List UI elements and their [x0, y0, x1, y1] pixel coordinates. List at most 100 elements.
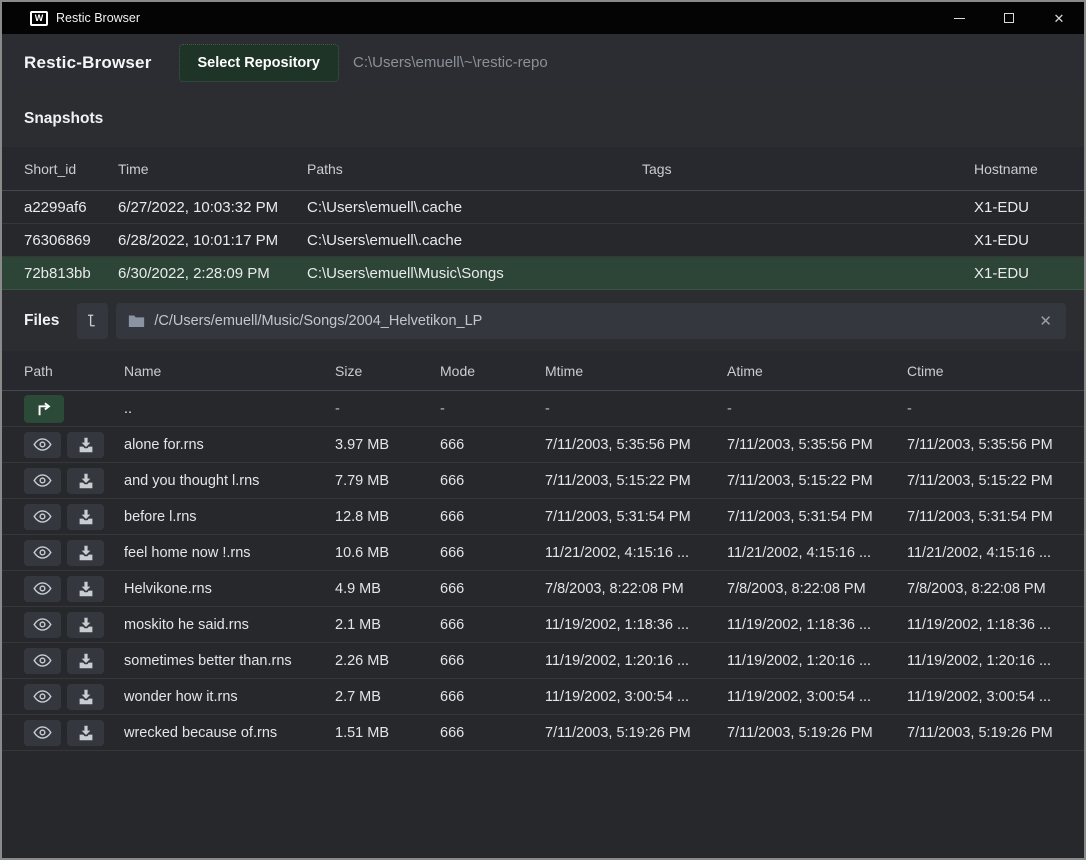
- snapshot-paths: C:\Users\emuell\.cache: [307, 199, 642, 216]
- close-button[interactable]: ✕: [1034, 2, 1084, 34]
- download-icon: [78, 725, 94, 741]
- file-actions: [24, 648, 124, 674]
- preview-file-button[interactable]: [24, 720, 61, 746]
- snapshot-row[interactable]: 763068696/28/2022, 10:01:17 PMC:\Users\e…: [2, 224, 1084, 257]
- file-actions: [24, 684, 124, 710]
- titlebar: W Restic Browser ✕: [2, 2, 1084, 34]
- preview-file-button[interactable]: [24, 468, 61, 494]
- file-actions: [24, 612, 124, 638]
- file-mode: 666: [440, 545, 545, 561]
- download-file-button[interactable]: [67, 648, 104, 674]
- snapshot-row[interactable]: 72b813bb6/30/2022, 2:28:09 PMC:\Users\em…: [2, 257, 1084, 290]
- clear-path-icon[interactable]: ✕: [1037, 312, 1054, 330]
- eye-icon: [33, 581, 52, 596]
- preview-file-button[interactable]: [24, 576, 61, 602]
- file-size: 3.97 MB: [335, 437, 440, 453]
- file-row: feel home now !.rns10.6 MB666 11/21/2002,…: [2, 535, 1084, 571]
- files-column-mtime: Mtime: [545, 363, 727, 379]
- snapshots-column-hostname: Hostname: [974, 161, 1066, 177]
- file-path-value: /C/Users/emuell/Music/Songs/2004_Helveti…: [154, 313, 1037, 329]
- snapshots-column-short_id: Short_id: [24, 161, 118, 177]
- files-column-size: Size: [335, 363, 440, 379]
- eye-icon: [33, 473, 52, 488]
- go-up-button[interactable]: [24, 395, 64, 423]
- file-row: sometimes better than.rns2.26 MB66611/19…: [2, 643, 1084, 679]
- preview-file-button[interactable]: [24, 648, 61, 674]
- file-atime: -: [727, 401, 907, 417]
- download-icon: [78, 653, 94, 669]
- file-name: wrecked because of.rns: [124, 725, 335, 741]
- file-mtime: 7/11/2003, 5:15:22 PM: [545, 473, 727, 489]
- file-mode: 666: [440, 689, 545, 705]
- download-file-button[interactable]: [67, 720, 104, 746]
- file-row: before l.rns12.8 MB6667/11/2003, 5:31:54…: [2, 499, 1084, 535]
- file-atime: 11/19/2002, 1:18:36 ...: [727, 617, 907, 633]
- file-mtime: 7/11/2003, 5:19:26 PM: [545, 725, 727, 741]
- file-size: 7.79 MB: [335, 473, 440, 489]
- snapshot-short-id: 76306869: [24, 232, 118, 249]
- files-column-ctime: Ctime: [907, 363, 1072, 379]
- files-title: Files: [24, 312, 59, 330]
- preview-file-button[interactable]: [24, 684, 61, 710]
- snapshot-short-id: 72b813bb: [24, 265, 118, 282]
- preview-file-button[interactable]: [24, 540, 61, 566]
- file-atime: 7/11/2003, 5:31:54 PM: [727, 509, 907, 525]
- repository-path-text: C:\Users\emuell\~\restic-repo: [353, 54, 548, 71]
- file-ctime: 7/11/2003, 5:35:56 PM: [907, 437, 1072, 453]
- file-size: 10.6 MB: [335, 545, 440, 561]
- download-file-button[interactable]: [67, 432, 104, 458]
- file-path-input[interactable]: /C/Users/emuell/Music/Songs/2004_Helveti…: [116, 303, 1066, 339]
- file-mode: 666: [440, 473, 545, 489]
- files-column-atime: Atime: [727, 363, 907, 379]
- maximize-button[interactable]: [984, 2, 1034, 34]
- file-ctime: -: [907, 401, 1072, 417]
- select-repository-button[interactable]: Select Repository: [179, 44, 340, 82]
- file-atime: 7/11/2003, 5:19:26 PM: [727, 725, 907, 741]
- tree-view-toggle-button[interactable]: [77, 303, 108, 339]
- download-file-button[interactable]: [67, 468, 104, 494]
- file-row: moskito he said.rns2.1 MB66611/19/2002, …: [2, 607, 1084, 643]
- snapshots-section-header: Snapshots: [2, 91, 1084, 147]
- snapshot-row[interactable]: a2299af66/27/2022, 10:03:32 PMC:\Users\e…: [2, 191, 1084, 224]
- app-logo-icon: W: [30, 11, 48, 26]
- snapshots-table-body: a2299af66/27/2022, 10:03:32 PMC:\Users\e…: [2, 191, 1084, 290]
- download-file-button[interactable]: [67, 504, 104, 530]
- preview-file-button[interactable]: [24, 504, 61, 530]
- minimize-button[interactable]: [934, 2, 984, 34]
- download-icon: [78, 689, 94, 705]
- eye-icon: [33, 617, 52, 632]
- file-mtime: 7/8/2003, 8:22:08 PM: [545, 581, 727, 597]
- file-size: 12.8 MB: [335, 509, 440, 525]
- files-column-name: Name: [124, 363, 335, 379]
- file-name: wonder how it.rns: [124, 689, 335, 705]
- files-table-body: ..-----alone for.rns3.97 MB6667/11/2003,…: [2, 391, 1084, 751]
- snapshots-column-paths: Paths: [307, 161, 642, 177]
- file-atime: 11/19/2002, 1:20:16 ...: [727, 653, 907, 669]
- preview-file-button[interactable]: [24, 612, 61, 638]
- file-mode: 666: [440, 581, 545, 597]
- file-size: 4.9 MB: [335, 581, 440, 597]
- download-file-button[interactable]: [67, 576, 104, 602]
- file-name: ..: [124, 401, 335, 417]
- file-name: sometimes better than.rns: [124, 653, 335, 669]
- files-column-mode: Mode: [440, 363, 545, 379]
- file-actions: [24, 504, 124, 530]
- file-atime: 11/21/2002, 4:15:16 ...: [727, 545, 907, 561]
- minimize-icon: [954, 18, 965, 19]
- file-mode: 666: [440, 653, 545, 669]
- snapshot-hostname: X1-EDU: [974, 232, 1066, 249]
- file-size: 2.1 MB: [335, 617, 440, 633]
- preview-file-button[interactable]: [24, 432, 61, 458]
- file-name: Helvikone.rns: [124, 581, 335, 597]
- download-file-button[interactable]: [67, 540, 104, 566]
- download-file-button[interactable]: [67, 684, 104, 710]
- snapshot-short-id: a2299af6: [24, 199, 118, 216]
- download-file-button[interactable]: [67, 612, 104, 638]
- file-row: alone for.rns3.97 MB6667/11/2003, 5:35:5…: [2, 427, 1084, 463]
- file-name: feel home now !.rns: [124, 545, 335, 561]
- file-mode: 666: [440, 437, 545, 453]
- file-mode: 666: [440, 725, 545, 741]
- file-ctime: 11/21/2002, 4:15:16 ...: [907, 545, 1072, 561]
- snapshots-column-time: Time: [118, 161, 307, 177]
- snapshot-paths: C:\Users\emuell\Music\Songs: [307, 265, 642, 282]
